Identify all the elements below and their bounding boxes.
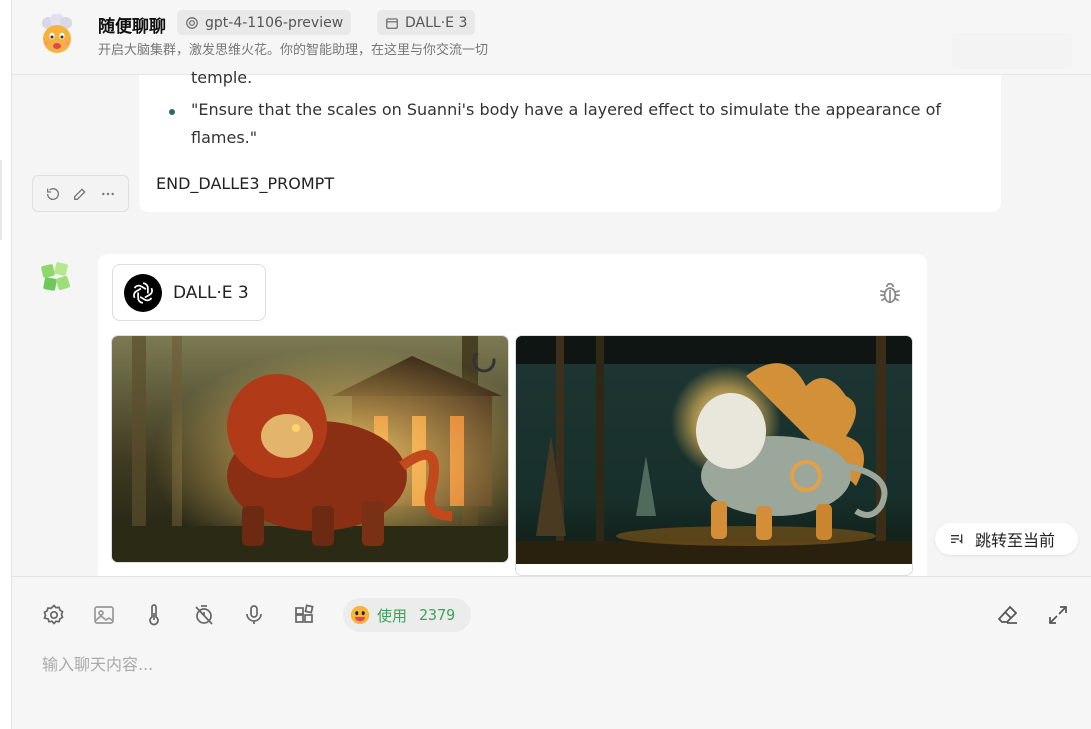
calendar-icon — [386, 17, 398, 29]
clear-eraser-icon[interactable] — [994, 601, 1022, 629]
assistant-message-bubble: temple. "Ensure that the scales on Suann… — [139, 68, 1001, 212]
jump-list-icon — [951, 534, 963, 544]
message-actions — [32, 175, 129, 212]
plugin-message-bubble: DALL·E 3 — [98, 254, 927, 584]
expand-icon[interactable] — [1044, 601, 1072, 629]
scroll-indicator — [0, 160, 2, 240]
chat-input[interactable]: 输入聊天内容... — [42, 651, 153, 675]
plugin-chip[interactable]: DALL·E 3 — [377, 10, 476, 35]
bullet-text-line1: "Ensure that the scales on Suanni's body… — [191, 100, 941, 119]
bullet-text-line2: flames." — [191, 128, 258, 147]
settings-gear-icon[interactable] — [40, 601, 68, 629]
puzzle-avatar-icon — [38, 259, 74, 295]
generated-image-qilin[interactable] — [111, 335, 509, 563]
token-usage-badge[interactable]: 使用 2379 — [343, 598, 471, 632]
jump-label: 跳转至当前 — [975, 531, 1056, 550]
jump-to-current-button[interactable]: 跳转至当前 — [935, 523, 1078, 555]
temperature-icon[interactable] — [140, 601, 168, 629]
plugins-grid-icon[interactable] — [290, 601, 318, 629]
generated-image-suanni[interactable] — [515, 335, 913, 576]
emoji-usage-icon — [350, 605, 370, 625]
usage-label: 使用 — [377, 606, 408, 625]
openai-icon — [186, 16, 198, 29]
agent-avatar-icon — [38, 13, 76, 54]
usage-count: 2379 — [419, 606, 456, 624]
regenerate-icon[interactable] — [43, 184, 63, 204]
plugin-badge-label: DALL·E 3 — [173, 282, 249, 303]
plugin-badge[interactable]: DALL·E 3 — [112, 264, 266, 321]
openai-logo-icon — [124, 273, 162, 312]
message-text: temple. — [191, 68, 253, 87]
chat-description: 开启大脑集群，激发思维火花。你的智能助理，在这里与你交流一切 — [98, 43, 489, 58]
prompt-end-marker: END_DALLE3_PROMPT — [156, 174, 335, 193]
edit-icon[interactable] — [70, 184, 90, 204]
input-area: 使用 2379 输入聊天内容... — [12, 576, 1091, 729]
image-upload-icon[interactable] — [90, 601, 118, 629]
debug-bug-icon[interactable] — [877, 280, 903, 306]
chat-header: 随便聊聊 gpt-4-1106-preview DALL·E 3 开启大脑集群，… — [12, 0, 1091, 75]
bullet-dot — [169, 109, 175, 115]
header-fade — [952, 33, 1072, 69]
model-chip[interactable]: gpt-4-1106-preview — [177, 10, 352, 35]
left-edge-panel — [0, 0, 12, 729]
plugin-chip-label: DALL·E 3 — [405, 14, 468, 31]
more-icon[interactable] — [98, 184, 118, 204]
model-chip-label: gpt-4-1106-preview — [205, 14, 344, 31]
chat-title: 随便聊聊 — [98, 17, 166, 37]
timer-off-icon[interactable] — [190, 601, 218, 629]
microphone-icon[interactable] — [240, 601, 268, 629]
